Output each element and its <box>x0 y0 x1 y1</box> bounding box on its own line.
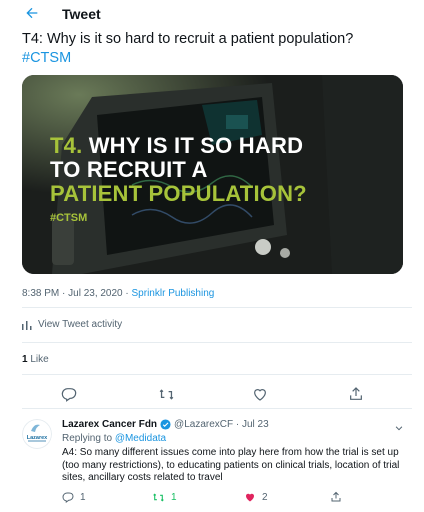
tweet-actions <box>0 384 424 404</box>
reply-tweet[interactable]: Lazarex Lazarex Cancer Fdn @LazarexCF · … <box>0 411 424 512</box>
reply-icon <box>62 492 74 503</box>
image-line-1-text: WHY IS IT SO HARD <box>82 133 304 158</box>
divider <box>22 374 412 375</box>
heart-filled-icon <box>246 493 254 502</box>
reply-author-name[interactable]: Lazarex Cancer Fdn <box>62 419 157 430</box>
reply-share-button[interactable] <box>330 491 342 503</box>
verified-badge-icon <box>160 419 171 430</box>
replying-prefix: Replying to <box>62 433 115 444</box>
reply-count: 1 <box>80 491 86 503</box>
reply-actions: 1 1 2 <box>0 491 424 507</box>
avatar-text: Lazarex <box>26 435 48 441</box>
share-icon <box>331 491 341 502</box>
source-link[interactable]: Sprinklr Publishing <box>132 288 215 299</box>
bar-chart-icon <box>22 320 32 330</box>
lazarex-logo-icon <box>22 419 52 449</box>
page-title: Tweet <box>62 6 101 22</box>
arrow-left-icon <box>26 7 38 19</box>
tweet-meta: 8:38 PM · Jul 23, 2020 · Sprinklr Publis… <box>22 288 214 299</box>
likes-label: Like <box>27 354 49 365</box>
heart-icon <box>254 389 266 401</box>
image-prefix: T4. <box>50 133 83 158</box>
reply-header: Lazarex Cancer Fdn @LazarexCF · Jul 23 <box>62 419 269 430</box>
divider <box>22 342 412 343</box>
tweet-body: T4: Why is it so hard to recruit a patie… <box>22 31 354 47</box>
image-hashtag: #CTSM <box>50 212 88 224</box>
view-activity-link[interactable]: View Tweet activity <box>22 319 122 330</box>
more-options-button[interactable] <box>394 420 404 438</box>
replying-to: Replying to @Medidata <box>62 433 166 444</box>
reply-body: A4: So many different issues come into p… <box>62 447 400 483</box>
divider <box>22 408 412 409</box>
reply-handle-date[interactable]: @LazarexCF · Jul 23 <box>174 419 269 430</box>
share-icon <box>350 387 362 400</box>
meta-separator: · <box>122 288 132 299</box>
share-button[interactable] <box>346 384 366 404</box>
hashtag-link[interactable]: #CTSM <box>22 49 412 68</box>
retweet-icon <box>153 493 164 502</box>
tweet-image[interactable]: T4. WHY IS IT SO HARD TO RECRUIT A PATIE… <box>22 75 403 274</box>
activity-label: View Tweet activity <box>38 319 123 330</box>
likes-summary[interactable]: 1 Like <box>22 354 49 365</box>
reply-retweet-button[interactable]: 1 <box>152 491 177 504</box>
reply-icon <box>61 388 77 402</box>
mention-link[interactable]: @Medidata <box>115 433 166 444</box>
like-count: 2 <box>262 491 268 503</box>
back-button[interactable] <box>22 3 42 23</box>
image-headline-line-3: PATIENT POPULATION? <box>50 181 307 206</box>
top-bar: Tweet <box>0 0 424 28</box>
retweet-icon <box>159 388 173 400</box>
timestamp[interactable]: 8:38 PM · Jul 23, 2020 <box>22 288 123 299</box>
reply-button[interactable] <box>59 384 79 404</box>
tweet-text: T4: Why is it so hard to recruit a patie… <box>22 30 412 68</box>
reply-like-button[interactable]: 2 <box>244 491 268 503</box>
retweet-button[interactable] <box>156 384 176 404</box>
chevron-down-icon <box>395 426 403 431</box>
avatar[interactable]: Lazarex <box>22 419 52 449</box>
reply-reply-button[interactable]: 1 <box>62 491 86 503</box>
image-headline-line-1: T4. WHY IS IT SO HARD <box>50 134 303 158</box>
retweet-count: 1 <box>171 492 177 503</box>
image-headline-line-2: TO RECRUIT A <box>50 157 208 182</box>
divider <box>22 307 412 308</box>
like-button[interactable] <box>250 384 270 404</box>
